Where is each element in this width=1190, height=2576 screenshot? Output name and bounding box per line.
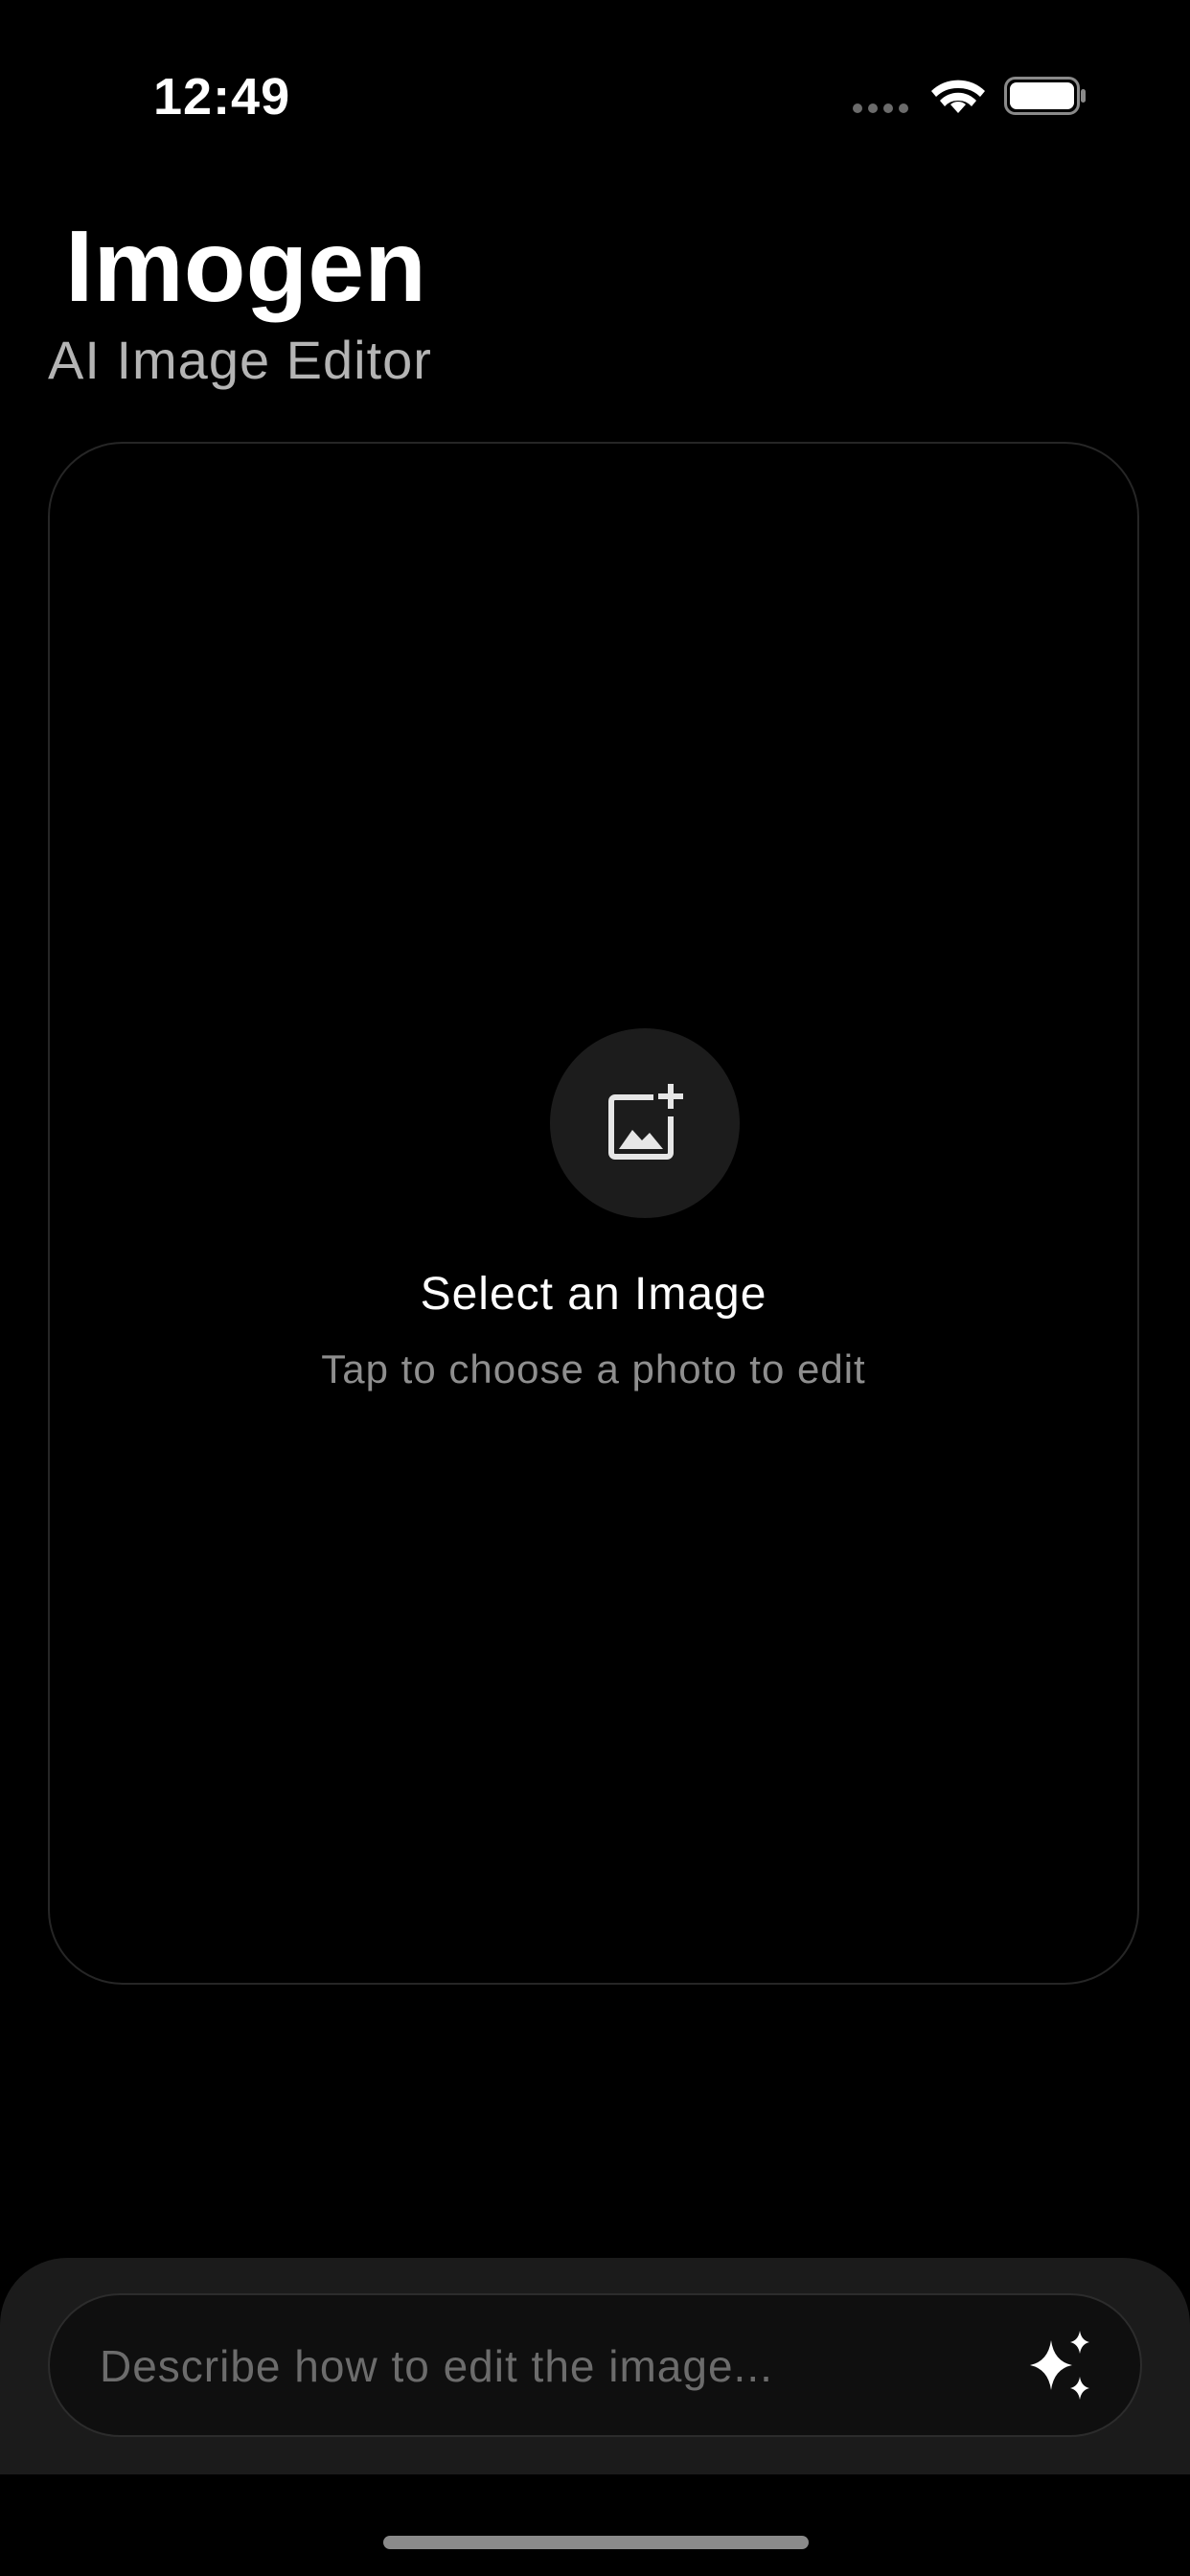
picker-hint: Tap to choose a photo to edit xyxy=(321,1346,866,1392)
picker-title: Select an Image xyxy=(420,1269,767,1320)
home-indicator[interactable] xyxy=(383,2536,809,2549)
status-time: 12:49 xyxy=(153,68,291,126)
add-photo-icon xyxy=(608,1084,683,1160)
battery-icon xyxy=(1004,77,1086,115)
add-image-button[interactable] xyxy=(550,1028,740,1218)
app-subtitle: AI Image Editor xyxy=(48,330,432,390)
generate-button[interactable] xyxy=(1018,2322,1104,2408)
image-picker[interactable]: Select an Image Tap to choose a photo to… xyxy=(48,442,1139,1985)
app-title: Imogen xyxy=(65,210,426,323)
sparkles-icon xyxy=(1030,2331,1089,2400)
prompt-input[interactable] xyxy=(98,2295,1002,2437)
status-bar: 12:49 xyxy=(0,0,1190,192)
prompt-panel xyxy=(0,2258,1190,2474)
cellular-dots-icon xyxy=(853,104,908,113)
wifi-icon xyxy=(931,80,985,113)
prompt-field[interactable] xyxy=(48,2293,1142,2437)
